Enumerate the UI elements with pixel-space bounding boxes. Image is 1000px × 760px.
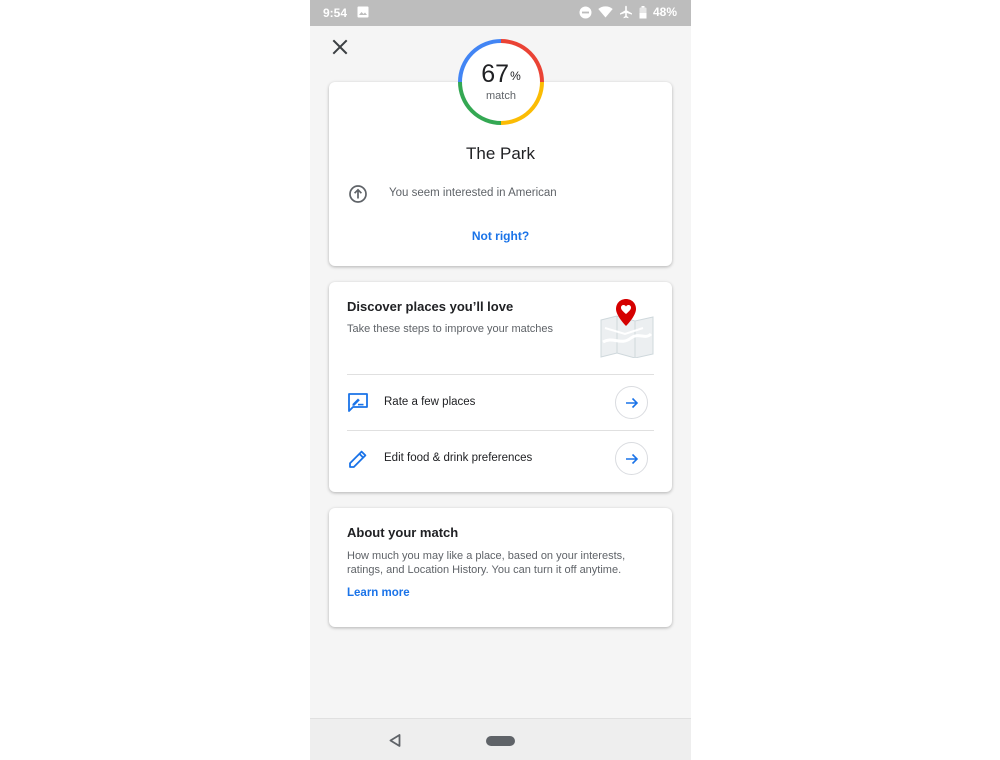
map-heart-pin-illustration [600,299,654,358]
edit-preferences-row[interactable]: Edit food & drink preferences [347,431,654,485]
discover-title: Discover places you’ll love [347,299,514,314]
edit-pencil-icon [349,450,367,468]
image-icon [357,6,369,18]
status-icons: 48% [579,5,677,19]
do-not-disturb-icon [579,6,592,18]
match-score-value: 67 [481,60,510,88]
learn-more-link[interactable]: Learn more [347,587,410,599]
match-score: 67% [457,60,545,88]
battery-icon [639,5,647,18]
close-icon[interactable] [330,37,350,57]
wifi-icon [598,6,613,18]
phone-screen: 9:54 48% The Park You seem interested in… [310,0,691,760]
not-right-link[interactable]: Not right? [329,229,672,243]
airplane-icon [619,5,632,19]
battery-percent: 48% [652,5,677,19]
navigation-bar [310,718,691,760]
place-name: The Park [466,144,535,163]
discover-card: Discover places you’ll love Take these s… [329,282,672,492]
status-time: 9:54 [323,6,348,20]
home-button[interactable] [486,736,515,746]
rate-places-arrow-button[interactable] [615,386,648,419]
match-score-unit: % [510,69,521,83]
status-bar: 9:54 48% [310,0,691,26]
rate-places-label: Rate a few places [384,396,476,408]
discover-subtitle: Take these steps to improve your matches [347,323,554,335]
edit-preferences-arrow-button[interactable] [615,442,648,475]
about-card: About your match How much you may like a… [329,508,672,627]
about-title: About your match [347,525,459,540]
arrow-right-icon [626,397,639,409]
back-icon[interactable] [389,734,401,747]
rate-places-row[interactable]: Rate a few places [347,375,654,429]
edit-preferences-label: Edit food & drink preferences [384,452,533,464]
arrow-right-icon [626,453,639,465]
arrow-up-circle-icon [349,185,367,203]
rate-review-icon [348,393,368,412]
about-description: How much you may like a place, based on … [347,550,626,576]
interest-text: You seem interested in American [389,187,557,199]
match-label: match [486,90,516,102]
